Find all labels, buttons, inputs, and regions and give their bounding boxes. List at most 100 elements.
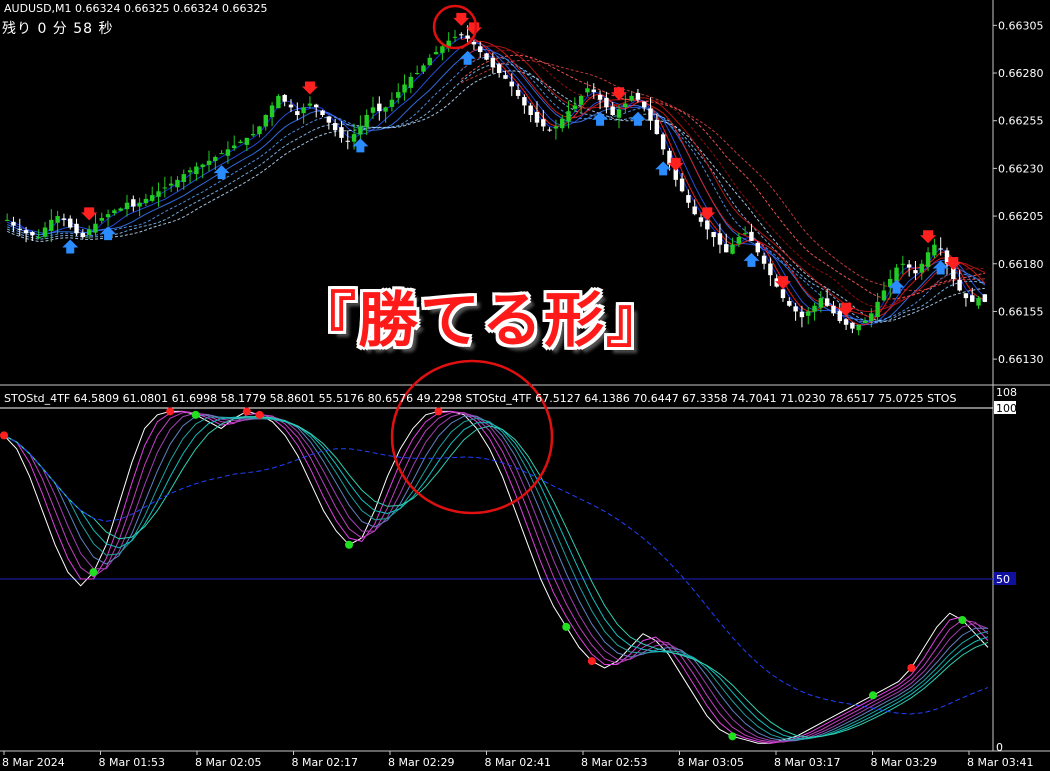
sell-arrow-icon [453,12,470,26]
candle-body [534,112,540,123]
candle-body [629,95,634,101]
candle-body [320,110,325,115]
buy-arrow-icon [629,111,646,126]
candle-body [724,244,729,253]
candle-body [490,57,496,68]
stochastic-line [3,416,989,741]
candle-body [963,293,969,299]
stochastic-line [3,416,989,738]
candle-body [471,41,477,45]
overlay-title: 『勝てる形』 [296,286,668,356]
candle-body [150,195,155,201]
candle-body [187,170,193,173]
candle-body [131,199,136,207]
buy-signal-dot [868,691,877,700]
price-tick-label: 0.66280 [998,67,1044,80]
candle-body [692,206,697,215]
candle-body [932,244,937,256]
candle-body [112,210,117,213]
price-tick-label: 0.66180 [998,258,1044,271]
time-tick-label: 8 Mar 01:53 [99,756,165,769]
candle-body [585,88,590,93]
time-tick-label: 8 Mar 2024 [2,756,65,769]
chart-canvas[interactable]: 0.66305 0.66280 0.66255 0.66230 0.66205 0.661… [0,0,1050,771]
candle-body [478,46,483,53]
stochastic-line [3,416,989,739]
candle-body [515,89,521,96]
time-tick-label: 8 Mar 02:05 [195,756,261,769]
candle-body [597,94,603,100]
candle-body [843,319,849,325]
candle-body [869,313,874,321]
sell-arrow-icon [81,207,98,221]
candle-body [307,103,313,106]
candle-body [358,126,363,135]
candle-body [301,107,306,114]
candle-body [118,208,123,211]
indicator-scale-label: 50 [996,573,1010,586]
candle-body [295,111,300,115]
candle-body [276,95,281,109]
buy-arrow-icon [459,50,476,65]
candle-body [345,140,350,142]
candle-body [370,107,376,113]
candle-body [541,119,546,127]
candle-body [105,214,111,218]
mt4-chart-window[interactable]: 0.66305 0.66280 0.66255 0.66230 0.66205 0.661… [0,0,1050,771]
indicator-scale-label: 108 [996,386,1017,399]
candle-body [705,220,710,230]
candle-body [326,116,332,123]
candle-body [314,104,319,108]
candle-body [711,231,716,238]
candle-body [30,232,35,236]
price-tick-label: 0.66130 [998,353,1044,366]
price-tick-label: 0.66230 [998,162,1044,175]
candle-body [856,324,861,331]
candle-body [906,264,912,268]
candle-body [23,230,29,234]
indicator-scale-label: 0 [996,741,1003,754]
candle-body [736,237,742,244]
candle-body [528,105,533,115]
candle-body [686,195,691,203]
symbol-header: AUDUSD,M1 0.66324 0.66325 0.66324 0.6632… [4,2,268,15]
candle-body [244,137,250,145]
candle-body [812,305,817,312]
candle-body [749,231,754,241]
candle-body [547,129,552,131]
candle-body [181,174,186,183]
candle-body [74,223,79,234]
sell-signal-dot [434,407,443,416]
candle-body [938,248,943,250]
buy-arrow-icon [592,111,609,126]
candle-body [761,255,767,264]
candle-body [408,76,414,88]
candle-body [339,127,344,138]
price-tick-label: 0.66305 [998,19,1044,32]
candle-body [143,198,149,204]
candle-body [93,223,98,233]
candle-body [976,298,981,306]
candle-body [768,263,773,276]
time-tick-label: 8 Mar 03:41 [967,756,1033,769]
price-tick-label: 0.66205 [998,210,1044,223]
candle-body [377,103,382,112]
candle-body [288,104,294,108]
candle-body [440,46,445,53]
buy-signal-dot [728,732,737,741]
candle-body [200,164,205,167]
sell-signal-dot [242,407,251,416]
time-tick-label: 8 Mar 02:17 [292,756,358,769]
candle-body [4,219,10,221]
candle-body [459,34,464,36]
sell-arrow-icon [775,276,791,290]
candle-body [831,305,836,314]
candle-body [269,105,275,118]
candle-body [850,322,855,329]
candle-body [225,149,231,156]
candle-body [824,298,830,306]
time-tick-label: 8 Mar 03:29 [871,756,937,769]
candle-body [282,94,287,102]
candle-body [86,229,92,235]
candle-body [982,294,988,302]
